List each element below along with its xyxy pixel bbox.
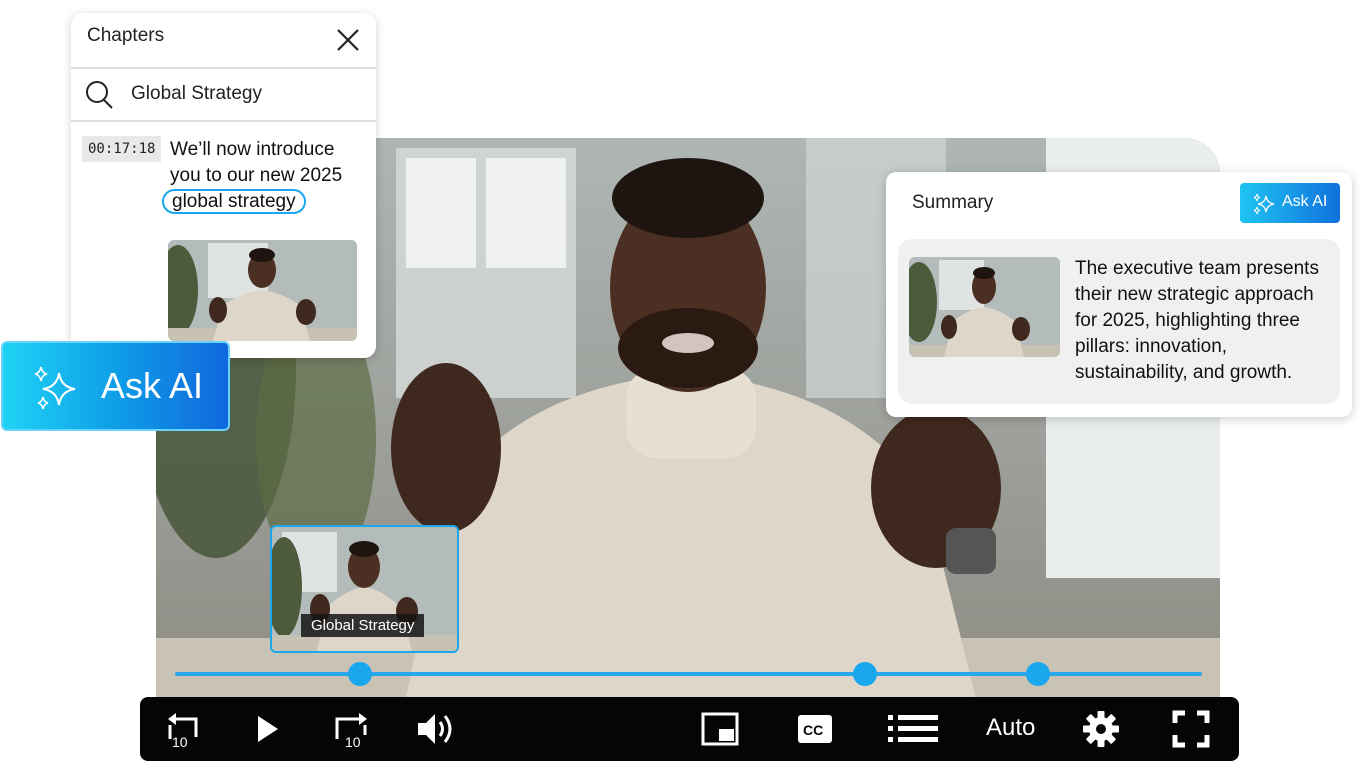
chapter-thumbnail-image (168, 240, 357, 341)
summary-body: The executive team presents their new st… (898, 239, 1340, 404)
ask-ai-small-label: Ask AI (1282, 193, 1328, 210)
chapters-title: Chapters (87, 25, 165, 46)
closed-captions-icon: CC (798, 715, 832, 743)
summary-thumbnail (909, 257, 1060, 357)
chapter-timestamp[interactable]: 00:17:18 (82, 136, 162, 162)
volume-icon (418, 714, 452, 744)
transcript-text: We’ll now introduce you to our new 2025 (170, 139, 343, 186)
closed-captions-button[interactable]: CC (795, 709, 835, 749)
settings-gear-icon (1083, 711, 1119, 747)
chapter-transcript-text: We’ll now introduce you to our new 2025 … (162, 137, 370, 215)
fullscreen-button[interactable] (1171, 709, 1211, 749)
sparkles-icon (1253, 193, 1275, 215)
rewind-seconds-label: 10 (172, 734, 188, 749)
summary-text: The executive team presents their new st… (1075, 258, 1319, 383)
summary-thumbnail-image (909, 257, 1060, 357)
play-button[interactable] (247, 709, 287, 749)
sparkles-icon (34, 366, 76, 410)
chapter-marker-1[interactable] (348, 662, 372, 686)
ask-ai-small-button[interactable]: Ask AI (1240, 183, 1340, 223)
picture-in-picture-button[interactable] (700, 709, 740, 749)
summary-title: Summary (912, 192, 994, 213)
chapter-marker-2[interactable] (853, 662, 877, 686)
player-control-bar: 10 10 CC Auto (140, 697, 1239, 761)
close-icon[interactable] (335, 27, 361, 53)
quality-selector[interactable]: Auto (986, 714, 1035, 742)
forward-10-icon: 10 (335, 713, 367, 749)
summary-card: Summary Ask AI The executive team presen… (886, 172, 1352, 417)
divider (71, 120, 376, 122)
fullscreen-icon (1172, 710, 1210, 748)
chapters-list-icon (888, 715, 938, 742)
seek-preview-thumbnail: Global Strategy (270, 525, 459, 653)
chapters-list-button[interactable] (888, 709, 938, 749)
chapters-panel: Chapters 00:17:18 We’ll now introduce yo… (71, 13, 376, 358)
rewind-10-button[interactable]: 10 (164, 709, 204, 749)
settings-button[interactable] (1081, 709, 1121, 749)
search-highlight: global strategy (162, 189, 306, 214)
search-input[interactable] (131, 83, 361, 105)
ask-ai-large-button[interactable]: Ask AI (1, 341, 230, 431)
play-icon (258, 716, 278, 742)
ask-ai-large-label: Ask AI (101, 365, 204, 406)
volume-button[interactable] (415, 709, 455, 749)
rewind-10-icon: 10 (168, 713, 198, 749)
chapter-marker-3[interactable] (1026, 662, 1050, 686)
chapters-search (71, 69, 376, 121)
forward-10-button[interactable]: 10 (331, 709, 371, 749)
chapter-thumbnail[interactable] (168, 240, 357, 341)
cc-label: CC (803, 722, 823, 738)
preview-chapter-label: Global Strategy (301, 614, 425, 637)
picture-in-picture-icon (701, 712, 739, 746)
search-icon (86, 81, 113, 109)
forward-seconds-label: 10 (345, 734, 361, 749)
